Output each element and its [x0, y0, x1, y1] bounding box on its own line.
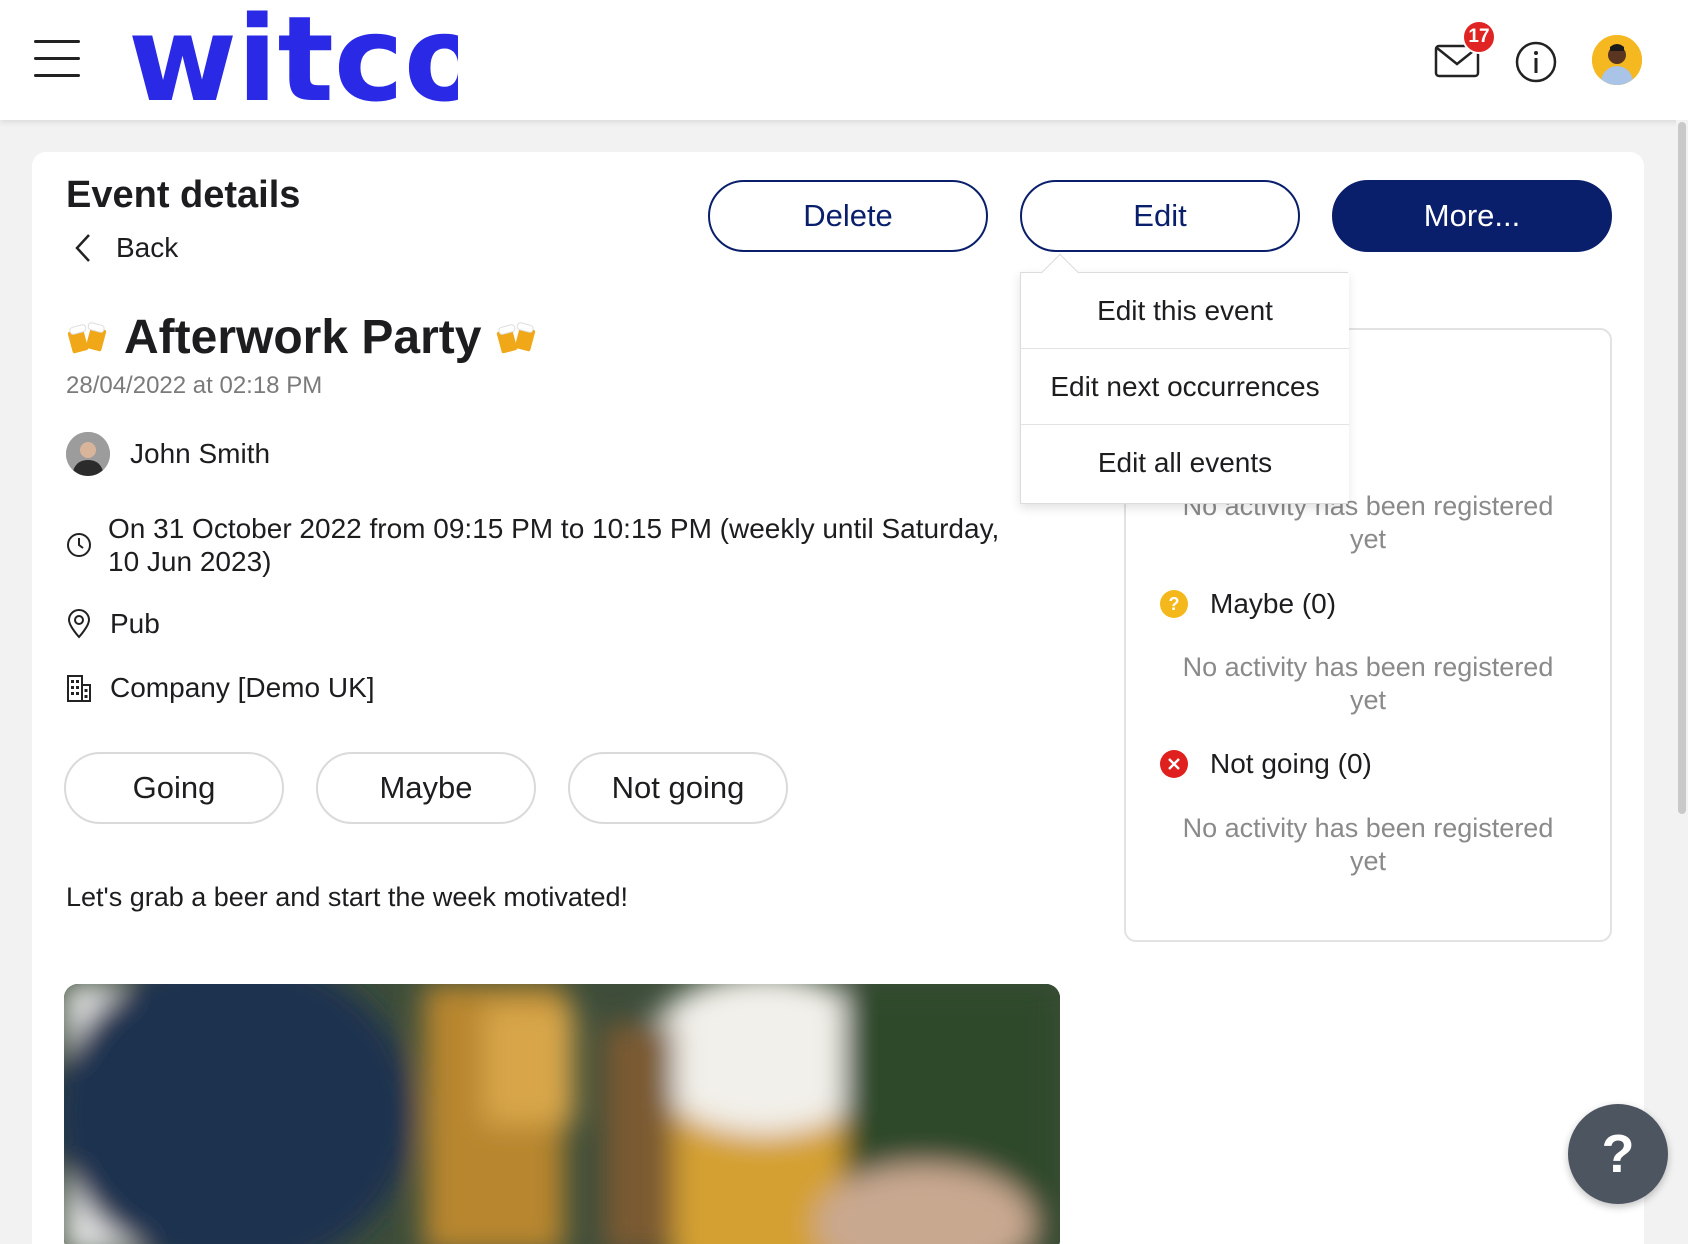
event-company: Company [Demo UK] [66, 672, 375, 704]
organizer-avatar[interactable] [66, 432, 110, 476]
maybe-status: ? Maybe (0) [1160, 588, 1336, 620]
empty-line-1: No activity has been registered [1182, 652, 1554, 682]
event-schedule: On 31 October 2022 from 09:15 PM to 10:1… [66, 512, 1068, 578]
event-title: Afterwork Party [66, 310, 539, 365]
maybe-status-label: Maybe (0) [1210, 588, 1337, 619]
beer-mugs-icon [67, 321, 107, 353]
menu-item-edit-this-event[interactable]: Edit this event [1021, 273, 1349, 349]
location-text: Pub [110, 608, 160, 639]
maybe-empty-message: No activity has been registered yet [1124, 651, 1612, 717]
rsvp-not-going-button[interactable]: Not going [568, 752, 788, 824]
not-going-empty-message: No activity has been registered yet [1124, 812, 1612, 878]
edit-dropdown-menu: Edit this event Edit next occurrences Ed… [1020, 253, 1349, 504]
close-icon [1160, 750, 1188, 778]
menu-item-edit-all-events[interactable]: Edit all events [1021, 425, 1349, 501]
event-created-date: 28/04/2022 at 02:18 PM [66, 372, 323, 399]
schedule-line-1: On 31 October 2022 from 09:15 PM to 10:1… [108, 513, 1000, 544]
empty-line-2: yet [1349, 685, 1387, 715]
event-description: Let's grab a beer and start the week mot… [66, 882, 628, 912]
help-button[interactable]: ? [1568, 1104, 1668, 1204]
rsvp-maybe-button[interactable]: Maybe [316, 752, 536, 824]
back-label: Back [116, 232, 179, 263]
event-cover-image [64, 984, 1060, 1244]
witco-logo[interactable]: witco [128, 2, 458, 110]
notification-badge: 17 [1462, 20, 1496, 54]
empty-line-1: No activity has been registered [1182, 813, 1554, 843]
question-icon: ? [1160, 590, 1188, 618]
not-going-status-label: Not going (0) [1210, 748, 1372, 779]
empty-line-2: yet [1349, 524, 1387, 554]
user-avatar[interactable] [1592, 35, 1642, 85]
event-location: Pub [66, 608, 160, 640]
event-title-text: Afterwork Party [124, 311, 482, 364]
organizer: John Smith [66, 432, 270, 476]
back-link[interactable]: Back [74, 232, 178, 264]
organizer-name[interactable]: John Smith [130, 438, 270, 470]
location-pin-icon [67, 609, 91, 639]
page-scrollbar[interactable] [1676, 120, 1688, 1244]
edit-button[interactable]: Edit [1020, 180, 1300, 252]
company-text: Company [Demo UK] [110, 672, 375, 703]
page-title: Event details [66, 174, 301, 216]
more-button[interactable]: More... [1332, 180, 1612, 252]
menu-item-edit-next-occurrences[interactable]: Edit next occurrences [1021, 349, 1349, 425]
building-icon [67, 675, 91, 702]
chevron-left-icon [75, 234, 90, 262]
info-icon[interactable] [1514, 40, 1558, 84]
svg-text:witco: witco [128, 2, 458, 110]
top-bar: witco 17 [0, 0, 1688, 120]
not-going-status: Not going (0) [1160, 748, 1372, 780]
schedule-line-2: 10 Jun 2023) [108, 546, 272, 577]
clock-icon [67, 533, 91, 557]
delete-button[interactable]: Delete [708, 180, 988, 252]
empty-line-2: yet [1349, 846, 1387, 876]
beer-mugs-icon [497, 321, 536, 353]
menu-icon[interactable] [34, 38, 80, 80]
rsvp-going-button[interactable]: Going [64, 752, 284, 824]
